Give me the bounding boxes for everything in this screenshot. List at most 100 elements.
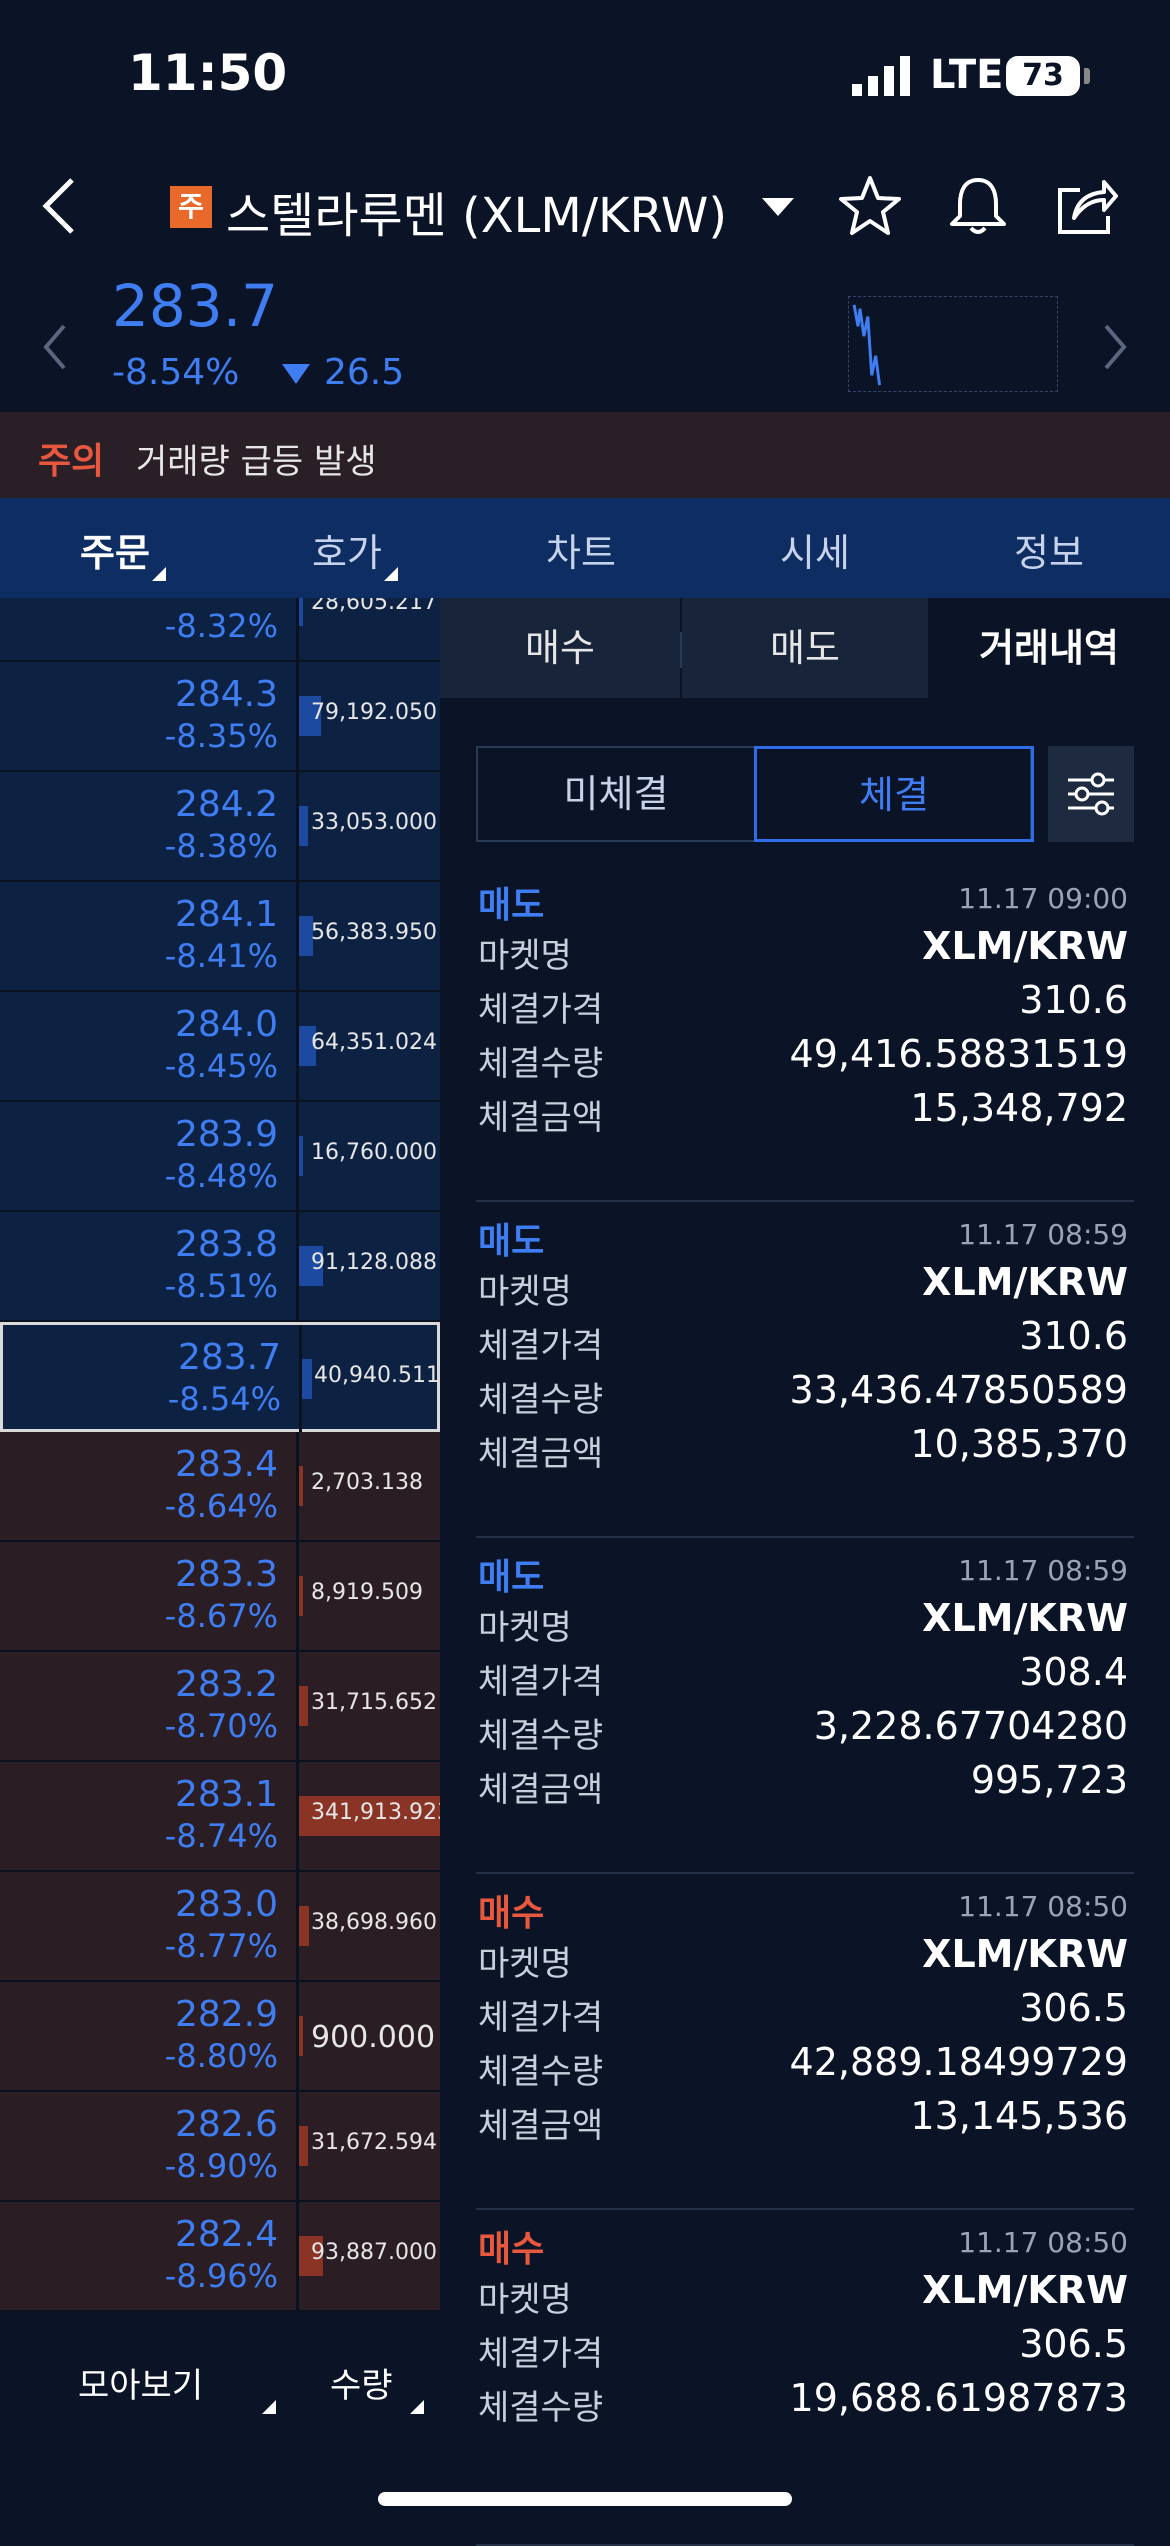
orderbook-row[interactable]: 284.2 -8.38% 33,053.000 xyxy=(0,772,440,882)
quantity-bar xyxy=(299,2126,308,2166)
star-icon[interactable] xyxy=(836,172,904,240)
tab-history[interactable]: 거래내역 xyxy=(928,598,1170,698)
tab-order[interactable]: 주문 xyxy=(80,522,166,581)
quantity-toggle-button[interactable]: 수량 xyxy=(330,2358,393,2407)
trade-label-market: 마켓명 xyxy=(478,1944,572,1984)
order-price: 284.0 xyxy=(174,1004,278,1045)
trade-item[interactable]: 매수 11.17 08:50 마켓명 XLM/KRW 체결가격 306.5 체결수량 42,8… xyxy=(476,1876,1134,2210)
warning-message: 거래량 급등 발생 xyxy=(136,442,377,482)
orderbook-row[interactable]: 283.2 -8.70% 31,715.652 xyxy=(0,1652,440,1762)
order-price: 284.4 xyxy=(0,598,278,605)
filled-tab[interactable]: 체결 xyxy=(754,746,1034,842)
tab-market[interactable]: 시세 xyxy=(780,522,850,577)
orderbook-row-current[interactable]: 283.7 -8.54% 40,940.511 xyxy=(0,1322,440,1435)
order-quantity: 31,672.594 xyxy=(311,2130,437,2155)
order-rate: -8.90% xyxy=(164,2147,278,2185)
coin-title[interactable]: 스텔라루멘 (XLM/KRW) xyxy=(226,176,727,246)
signal-icon xyxy=(852,56,910,96)
trade-label-qty: 체결수량 xyxy=(478,2388,604,2428)
order-quantity: 2,703.138 xyxy=(311,1470,423,1495)
price-cell: 284.2 -8.38% xyxy=(0,772,296,882)
order-price: 283.9 xyxy=(174,1114,278,1155)
trade-label-market: 마켓명 xyxy=(478,2280,572,2320)
price-cell: 283.3 -8.67% xyxy=(0,1542,296,1652)
fill-status-toggle: 미체결 체결 xyxy=(476,746,1034,842)
trade-time: 11.17 08:59 xyxy=(958,1554,1128,1587)
quantity-cell: 2,703.138 xyxy=(296,1432,440,1542)
group-view-button[interactable]: 모아보기 xyxy=(78,2358,203,2407)
trade-label-qty: 체결수량 xyxy=(478,1380,604,1420)
quantity-bar xyxy=(299,2016,303,2056)
order-rate: -8.67% xyxy=(164,1597,278,1635)
orderbook-row[interactable]: 282.9 -8.80% 900.000 xyxy=(0,1982,440,2092)
orderbook-row[interactable]: 284.0 -8.45% 64,351.024 xyxy=(0,992,440,1102)
orderbook-row[interactable]: 282.6 -8.90% 31,672.594 xyxy=(0,2092,440,2202)
trade-item[interactable]: 매도 11.17 09:00 마켓명 XLM/KRW 체결가격 310.6 체결수량 49,4… xyxy=(476,868,1134,1202)
price-summary: 283.7 -8.54% 26.5 xyxy=(0,262,1170,412)
status-bar: 11:50 LTE 73 xyxy=(0,0,1170,150)
home-indicator[interactable] xyxy=(378,2492,792,2506)
chevron-down-icon[interactable] xyxy=(762,198,794,216)
tab-order-label: 주문 xyxy=(80,531,150,575)
orderbook-row[interactable]: 283.8 -8.51% 91,128.088 xyxy=(0,1212,440,1322)
quantity-cell: 56,383.950 xyxy=(296,882,440,992)
order-quantity: 56,383.950 xyxy=(311,920,437,945)
tab-orderbook[interactable]: 호가 xyxy=(312,522,398,581)
trade-value-market: XLM/KRW xyxy=(922,1596,1128,1640)
order-quantity: 28,605.217 xyxy=(311,598,437,615)
trade-side: 매도 xyxy=(478,1557,545,1598)
header: 주 스텔라루멘 (XLM/KRW) xyxy=(0,150,1170,260)
filter-icon[interactable] xyxy=(1048,746,1134,842)
orderbook-row[interactable]: 284.3 -8.35% 79,192.050 xyxy=(0,662,440,772)
bell-icon[interactable] xyxy=(944,172,1012,240)
next-coin-icon[interactable] xyxy=(1100,322,1130,372)
trade-value-amount: 995,723 xyxy=(970,1758,1128,1802)
trade-time: 11.17 08:50 xyxy=(958,1890,1128,1923)
order-price: 284.3 xyxy=(174,674,278,715)
tab-sell[interactable]: 매도 xyxy=(682,598,928,698)
prev-coin-icon[interactable] xyxy=(40,322,70,372)
tab-buy[interactable]: 매수 xyxy=(440,598,680,698)
order-quantity: 40,940.511 xyxy=(314,1363,440,1388)
trade-value-amount: 10,385,370 xyxy=(910,1422,1128,1466)
trade-label-price: 체결가격 xyxy=(478,990,604,1030)
quantity-cell: 33,053.000 xyxy=(296,772,440,882)
trade-time: 11.17 09:00 xyxy=(958,882,1128,915)
tab-chart[interactable]: 차트 xyxy=(546,522,616,577)
order-rate: -8.74% xyxy=(164,1817,278,1855)
orderbook-row[interactable]: 283.3 -8.67% 8,919.509 xyxy=(0,1542,440,1652)
price-cell: 283.9 -8.48% xyxy=(0,1102,296,1212)
orderbook-row[interactable]: 283.9 -8.48% 16,760.000 xyxy=(0,1102,440,1212)
quantity-bar xyxy=(299,1906,310,1946)
orderbook-row[interactable]: 283.4 -8.64% 2,703.138 xyxy=(0,1432,440,1542)
orderbook-row[interactable]: 282.4 -8.96% 93,887.000 xyxy=(0,2202,440,2312)
trade-label-market: 마켓명 xyxy=(478,936,572,976)
share-icon[interactable] xyxy=(1052,172,1120,240)
orderbook-row[interactable]: 284.4 -8.32% 28,605.217 xyxy=(0,598,440,662)
price-cell: 282.4 -8.96% xyxy=(0,2202,296,2312)
order-price: 283.1 xyxy=(174,1774,278,1815)
warning-banner[interactable]: 주의 거래량 급등 발생 xyxy=(0,412,1170,498)
trade-value-market: XLM/KRW xyxy=(922,1932,1128,1976)
back-icon[interactable] xyxy=(40,176,80,236)
trade-item[interactable]: 매도 11.17 08:59 마켓명 XLM/KRW 체결가격 308.4 체결수량 3,22… xyxy=(476,1540,1134,1874)
orderbook-row[interactable]: 284.1 -8.41% 56,383.950 xyxy=(0,882,440,992)
quantity-bar xyxy=(299,806,308,846)
pending-tab[interactable]: 미체결 xyxy=(478,748,754,840)
order-rate: -8.41% xyxy=(164,937,278,975)
trade-side: 매수 xyxy=(478,2229,545,2270)
orderbook-row[interactable]: 283.0 -8.77% 38,698.960 xyxy=(0,1872,440,1982)
trade-value-price: 308.4 xyxy=(1019,1650,1128,1694)
order-price: 283.8 xyxy=(174,1224,278,1265)
order-quantity: 38,698.960 xyxy=(311,1910,437,1935)
quantity-cell: 79,192.050 xyxy=(296,662,440,772)
current-price: 283.7 xyxy=(112,272,279,340)
orderbook-row[interactable]: 283.1 -8.74% 341,913.923 xyxy=(0,1762,440,1872)
quantity-cell: 64,351.024 xyxy=(296,992,440,1102)
trade-item[interactable]: 매도 11.17 08:59 마켓명 XLM/KRW 체결가격 310.6 체결수량 33,4… xyxy=(476,1204,1134,1538)
order-quantity: 91,128.088 xyxy=(311,1250,437,1275)
orderbook[interactable]: 284.4 -8.32% 28,605.217 284.3-8.35% 79,192.0… xyxy=(0,598,440,2430)
quantity-cell: 38,698.960 xyxy=(296,1872,440,1982)
main-tabs: 주문 호가 차트 시세 정보 xyxy=(0,498,1170,598)
tab-info[interactable]: 정보 xyxy=(1014,522,1084,577)
